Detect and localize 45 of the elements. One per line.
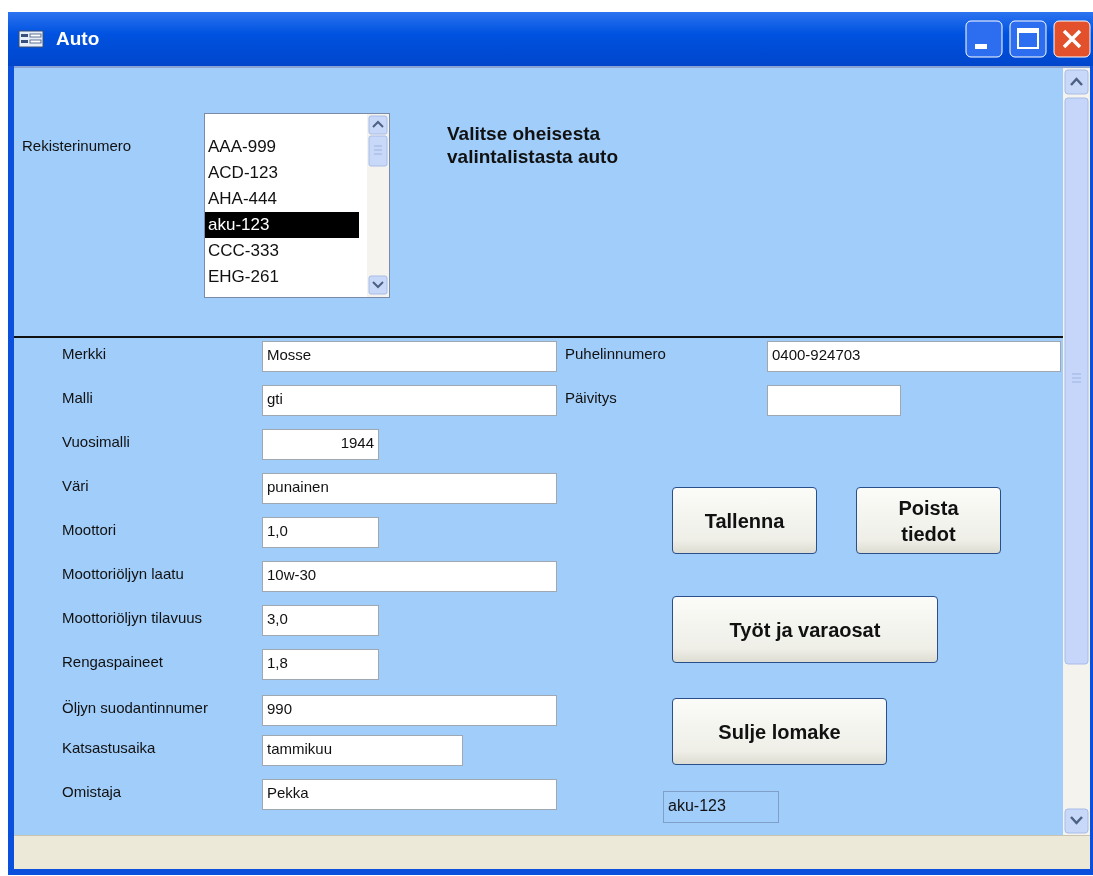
record-indicator: aku-123 bbox=[663, 791, 779, 823]
field-label: Moottoriöljyn laatu bbox=[62, 564, 185, 582]
text-field[interactable]: Pekka bbox=[262, 779, 557, 810]
field-label: Merkki bbox=[62, 344, 108, 362]
field-label: Päivitys bbox=[565, 388, 618, 406]
text-field[interactable]: tammikuu bbox=[262, 735, 463, 766]
field-label: Väri bbox=[62, 476, 90, 494]
list-item[interactable]: AAA-999 bbox=[205, 134, 367, 160]
maximize-button[interactable] bbox=[1009, 20, 1047, 58]
field-label: Katsastusaika bbox=[62, 738, 157, 756]
field-label: Malli bbox=[62, 388, 94, 406]
text-field[interactable]: 10w-30 bbox=[262, 561, 557, 592]
text-field[interactable]: gti bbox=[262, 385, 557, 416]
text-field[interactable]: 990 bbox=[262, 695, 557, 726]
form-button[interactable]: Sulje lomake bbox=[672, 698, 887, 765]
text-field[interactable]: 0400-924703 bbox=[767, 341, 1061, 372]
list-item[interactable]: ACD-123 bbox=[205, 160, 367, 186]
field-label: Rekisterinumero bbox=[22, 137, 133, 154]
text-field[interactable]: 3,0 bbox=[262, 605, 379, 636]
text-field[interactable] bbox=[767, 385, 901, 416]
form-button[interactable]: Tallenna bbox=[672, 487, 817, 554]
field-label: Omistaja bbox=[62, 782, 123, 800]
field-label: Vuosimalli bbox=[62, 432, 131, 450]
form-button[interactable]: Poista tiedot bbox=[856, 487, 1001, 554]
text-field[interactable]: punainen bbox=[262, 473, 557, 504]
minimize-button[interactable] bbox=[965, 20, 1003, 58]
text-field[interactable]: 1944 bbox=[262, 429, 379, 460]
list-item[interactable]: AHA-444 bbox=[205, 186, 367, 212]
instruction-text: Valitse oheisesta valintalistasta auto bbox=[447, 122, 620, 168]
list-item[interactable]: CCC-333 bbox=[205, 238, 367, 264]
field-label: Moottori bbox=[62, 520, 118, 538]
form-button[interactable]: Työt ja varaosat bbox=[672, 596, 938, 663]
field-label: Rengaspaineet bbox=[62, 652, 164, 670]
text-field[interactable]: Mosse bbox=[262, 341, 557, 372]
close-button[interactable] bbox=[1053, 20, 1091, 58]
window-title: Auto bbox=[56, 28, 100, 50]
registration-list[interactable]: AAA-999 ACD-123 AHA-444 aku-123 CCC-333 EHG-261 bbox=[204, 113, 390, 298]
field-label: Öljyn suodantinnumer bbox=[62, 698, 209, 716]
text-field[interactable]: 1,0 bbox=[262, 517, 379, 548]
text-field[interactable]: 1,8 bbox=[262, 649, 379, 680]
form-icon bbox=[18, 29, 44, 49]
field-label: Puhelinnumero bbox=[565, 344, 667, 362]
list-item[interactable]: aku-123 bbox=[205, 212, 359, 238]
list-item[interactable]: EHG-261 bbox=[205, 264, 367, 290]
field-label: Moottoriöljyn tilavuus bbox=[62, 608, 204, 626]
